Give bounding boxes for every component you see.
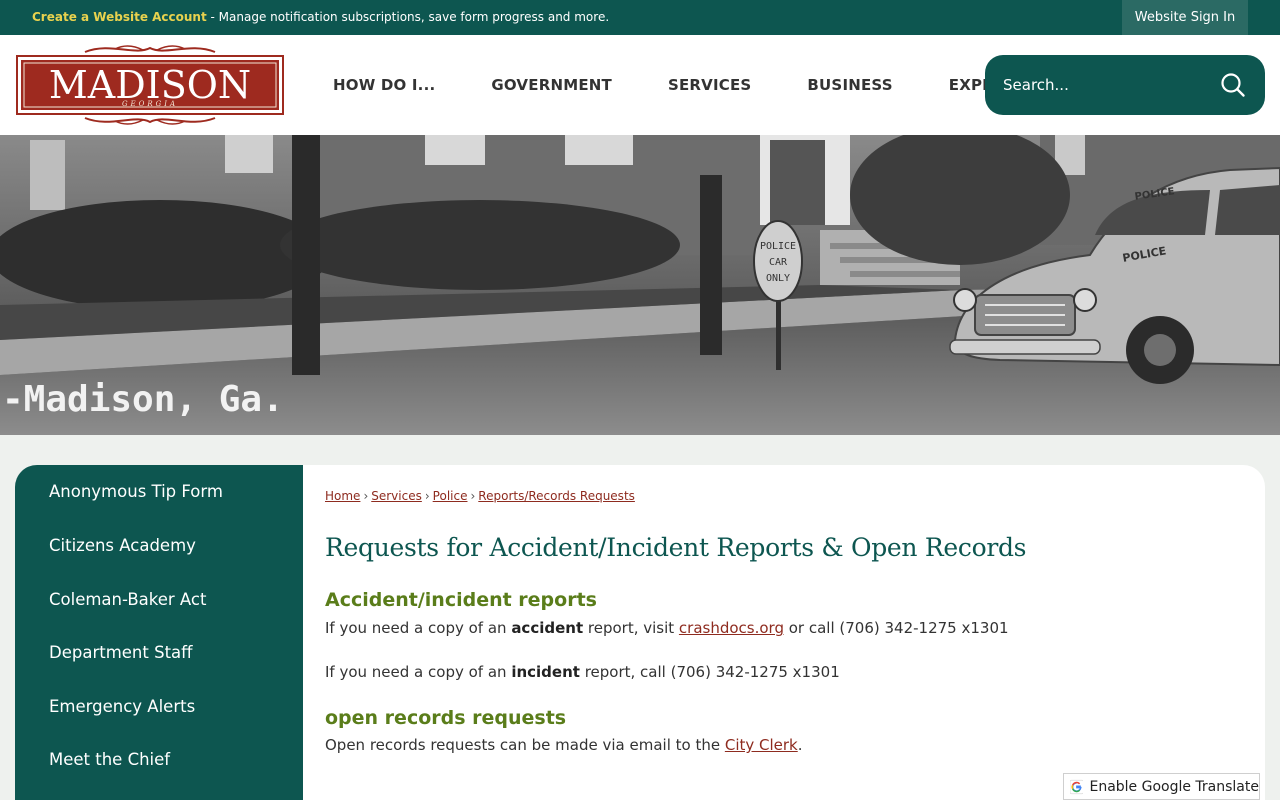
incident-report-paragraph: If you need a copy of an incident report…	[325, 663, 840, 681]
website-sign-in-button[interactable]: Website Sign In	[1122, 0, 1248, 35]
google-translate-icon	[1070, 779, 1084, 794]
sidebar-item-meet-the-chief[interactable]: Meet the Chief	[15, 733, 303, 787]
breadcrumb-home[interactable]: Home	[325, 489, 360, 503]
breadcrumb: Home › Services › Police › Reports/Records Req…	[325, 489, 635, 503]
svg-text:POLICE: POLICE	[760, 241, 796, 252]
page-title: Requests for Accident/Incident Reports &…	[325, 533, 1027, 562]
open-records-paragraph: Open records requests can be made via em…	[325, 736, 803, 754]
breadcrumb-separator: ›	[470, 489, 476, 503]
sidebar-item-anonymous-tip-form[interactable]: Anonymous Tip Form	[15, 465, 303, 519]
site-header: MADISON GEORGIA HOW DO I... GOVERNMENT S…	[0, 35, 1280, 135]
sidebar-item-citizens-academy[interactable]: Citizens Academy	[15, 519, 303, 573]
breadcrumb-reports-records[interactable]: Reports/Records Requests	[478, 489, 635, 503]
nav-services[interactable]: SERVICES	[640, 76, 779, 94]
svg-text:CAR: CAR	[769, 257, 788, 268]
google-translate-button[interactable]: Enable Google Translate	[1063, 773, 1260, 800]
svg-text:ONLY: ONLY	[766, 273, 790, 284]
sidebar-nav: Anonymous Tip Form Citizens Academy Cole…	[15, 465, 303, 800]
breadcrumb-services[interactable]: Services	[371, 489, 422, 503]
notification-bar: Create a Website Account - Manage notifi…	[0, 0, 1280, 35]
notification-message: Create a Website Account - Manage notifi…	[32, 10, 609, 24]
search-button[interactable]	[1219, 71, 1247, 99]
city-clerk-link[interactable]: City Clerk	[725, 736, 798, 754]
hero-banner: POLICE CAR ONLY POLICE POLICE -Madison, …	[0, 135, 1280, 435]
notification-text: - Manage notification subscriptions, sav…	[206, 10, 610, 24]
search-icon	[1221, 73, 1245, 97]
city-logo[interactable]: MADISON GEORGIA	[15, 42, 285, 128]
create-account-link[interactable]: Create a Website Account	[32, 10, 207, 24]
open-records-heading: open records requests	[325, 707, 567, 729]
hero-photo: POLICE CAR ONLY POLICE POLICE -Madison, …	[0, 135, 1280, 435]
main-content: Home › Services › Police › Reports/Records Req…	[303, 465, 1265, 800]
madison-logo-graphic: MADISON GEORGIA	[16, 45, 284, 125]
nav-how-do-i[interactable]: HOW DO I...	[305, 76, 463, 94]
crashdocs-link[interactable]: crashdocs.org	[679, 619, 784, 637]
translate-label: Enable Google Translate	[1089, 778, 1259, 795]
breadcrumb-separator: ›	[424, 489, 430, 503]
breadcrumb-separator: ›	[363, 489, 369, 503]
logo-subtitle: GEORGIA	[122, 100, 178, 108]
breadcrumb-police[interactable]: Police	[433, 489, 468, 503]
search-box	[985, 55, 1265, 115]
nav-business[interactable]: BUSINESS	[779, 76, 920, 94]
nav-government[interactable]: GOVERNMENT	[463, 76, 640, 94]
sidebar-item-department-staff[interactable]: Department Staff	[15, 626, 303, 680]
accident-incident-heading: Accident/incident reports	[325, 589, 597, 611]
sidebar-item-emergency-alerts[interactable]: Emergency Alerts	[15, 680, 303, 734]
hero-caption: -Madison, Ga.	[2, 379, 284, 420]
search-input[interactable]	[1003, 76, 1219, 94]
main-navigation: HOW DO I... GOVERNMENT SERVICES BUSINESS…	[305, 35, 1055, 135]
accident-report-paragraph: If you need a copy of an accident report…	[325, 619, 1009, 637]
sidebar-item-coleman-baker-act[interactable]: Coleman-Baker Act	[15, 573, 303, 627]
